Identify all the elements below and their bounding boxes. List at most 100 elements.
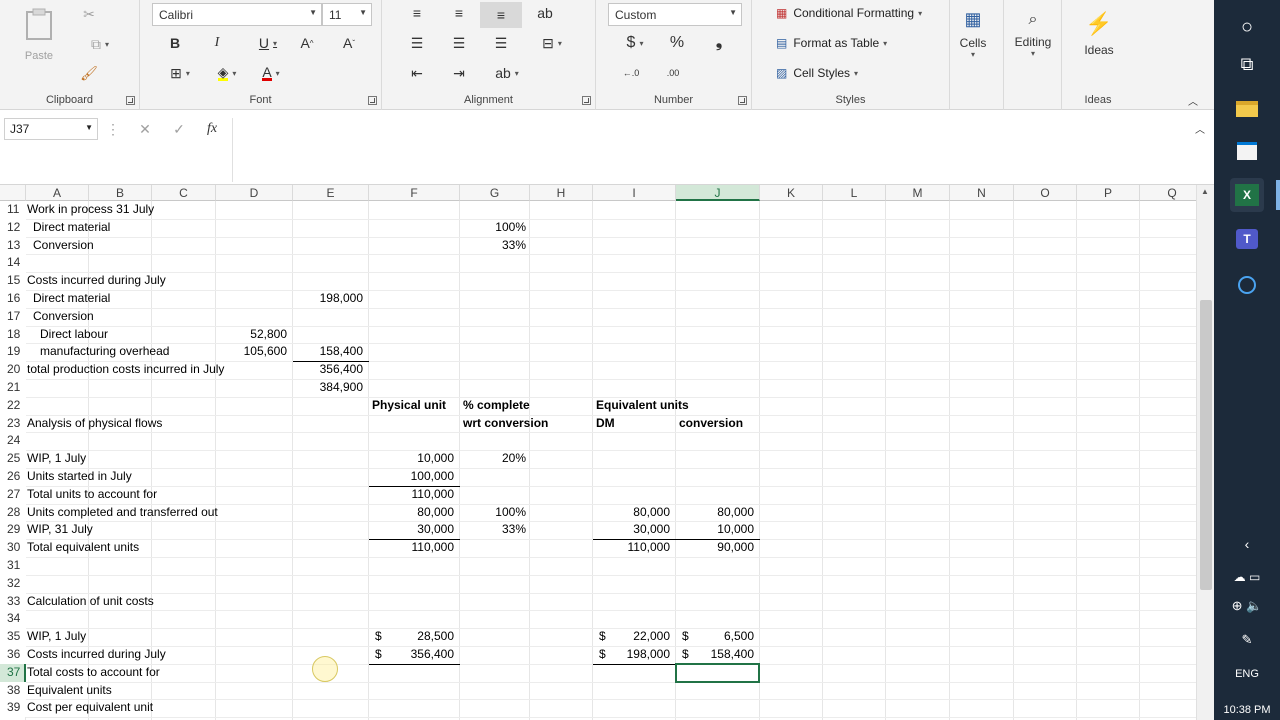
app-icon[interactable]: [1230, 268, 1264, 302]
orientation-icon[interactable]: ab: [534, 4, 556, 22]
decrease-indent-icon[interactable]: ⇤: [406, 64, 428, 82]
align-left-icon[interactable]: ☰: [406, 34, 428, 52]
row-header-27[interactable]: 27: [0, 485, 26, 504]
row-header-34[interactable]: 34: [0, 610, 26, 629]
row-header-11[interactable]: 11: [0, 201, 26, 219]
align-right-icon[interactable]: ☰: [490, 34, 512, 52]
column-header-e[interactable]: E: [293, 185, 369, 201]
column-header-k[interactable]: K: [760, 185, 823, 201]
scrollbar-thumb[interactable]: [1200, 300, 1212, 590]
decrease-decimal-icon[interactable]: .00: [662, 64, 684, 82]
row-header-32[interactable]: 32: [0, 574, 26, 593]
clock[interactable]: 10:38 PM: [1214, 704, 1280, 716]
excel-icon[interactable]: X: [1230, 178, 1264, 212]
row-header-25[interactable]: 25: [0, 450, 26, 468]
column-header-j[interactable]: J: [676, 185, 760, 201]
column-header-q[interactable]: Q: [1140, 185, 1196, 201]
row-header-22[interactable]: 22: [0, 396, 26, 415]
comma-style-icon[interactable]: ❟: [708, 34, 730, 52]
row-header-15[interactable]: 15: [0, 272, 26, 290]
column-header-d[interactable]: D: [216, 185, 293, 201]
increase-indent-icon[interactable]: ⇥: [448, 64, 470, 82]
select-all-corner[interactable]: [0, 185, 26, 201]
number-format-select[interactable]: Custom ▼: [608, 3, 742, 26]
enter-icon[interactable]: ✓: [170, 120, 188, 138]
row-header-23[interactable]: 23: [0, 414, 26, 433]
column-header-p[interactable]: P: [1077, 185, 1140, 201]
editing-button[interactable]: ⌕ Editing ▾: [1006, 4, 1060, 64]
collapse-ribbon-icon[interactable]: ︿: [1184, 92, 1202, 108]
align-center-icon[interactable]: ☰: [448, 34, 470, 52]
row-header-30[interactable]: 30: [0, 539, 26, 557]
expand-formula-bar-icon[interactable]: ︿: [1192, 120, 1208, 136]
font-name-select[interactable]: Calibri ▼: [152, 3, 322, 26]
dialog-launcher-icon[interactable]: [126, 96, 135, 105]
format-painter-icon[interactable]: 🖌: [80, 64, 98, 82]
font-color-button[interactable]: A ▾: [254, 64, 288, 82]
column-header-l[interactable]: L: [823, 185, 886, 201]
row-header-37[interactable]: 37: [0, 663, 26, 682]
column-header-o[interactable]: O: [1014, 185, 1077, 201]
bottom-align-icon[interactable]: ≡: [480, 2, 522, 28]
cells-button[interactable]: ▦ Cells ▾: [948, 4, 998, 64]
row-header-28[interactable]: 28: [0, 503, 26, 522]
text-orientation-button[interactable]: ab ▾: [490, 64, 524, 82]
selected-cell[interactable]: [675, 662, 760, 683]
column-header-a[interactable]: A: [26, 185, 89, 201]
row-header-33[interactable]: 33: [0, 592, 26, 611]
row-header-21[interactable]: 21: [0, 379, 26, 397]
formula-input[interactable]: [232, 118, 1210, 182]
column-header-b[interactable]: B: [89, 185, 152, 201]
column-header-c[interactable]: C: [152, 185, 216, 201]
copy-button[interactable]: ⧉ ▾: [78, 35, 122, 53]
top-align-icon[interactable]: ≡: [406, 4, 428, 22]
currency-button[interactable]: $ ▾: [618, 34, 652, 52]
format-as-table-button[interactable]: ▤ Format as Table ▾: [776, 36, 887, 50]
row-header-35[interactable]: 35: [0, 628, 26, 646]
cell-styles-button[interactable]: ▨ Cell Styles ▾: [776, 66, 858, 80]
teams-icon[interactable]: T: [1230, 222, 1264, 256]
dialog-launcher-icon[interactable]: [582, 96, 591, 105]
underline-button[interactable]: U ▾: [250, 34, 286, 52]
merge-center-button[interactable]: ⊟ ▾: [530, 34, 574, 52]
language-indicator[interactable]: ENG: [1214, 668, 1280, 680]
row-header-24[interactable]: 24: [0, 432, 26, 451]
bold-button[interactable]: B: [166, 34, 184, 52]
cut-icon[interactable]: ✂: [80, 5, 98, 23]
dialog-launcher-icon[interactable]: [368, 96, 377, 105]
middle-align-icon[interactable]: ≡: [448, 4, 470, 22]
cloud-icon[interactable]: ☁ ▭: [1214, 570, 1280, 584]
row-header-13[interactable]: 13: [0, 236, 26, 255]
column-header-h[interactable]: H: [530, 185, 593, 201]
column-header-i[interactable]: I: [593, 185, 676, 201]
percent-icon[interactable]: %: [666, 34, 688, 52]
row-header-19[interactable]: 19: [0, 343, 26, 362]
row-header-18[interactable]: 18: [0, 325, 26, 344]
row-header-14[interactable]: 14: [0, 254, 26, 273]
paste-button[interactable]: Paste: [18, 6, 60, 64]
row-header-20[interactable]: 20: [0, 361, 26, 379]
column-header-g[interactable]: G: [460, 185, 530, 201]
row-header-16[interactable]: 16: [0, 290, 26, 308]
cortana-icon[interactable]: ○: [1214, 16, 1280, 39]
row-header-26[interactable]: 26: [0, 468, 26, 486]
italic-button[interactable]: I: [208, 34, 226, 52]
column-header-m[interactable]: M: [886, 185, 950, 201]
increase-font-icon[interactable]: A ^: [296, 34, 318, 52]
row-header-12[interactable]: 12: [0, 218, 26, 237]
decrease-font-icon[interactable]: Aˇ: [338, 34, 360, 52]
scroll-up-icon[interactable]: ▲: [1201, 187, 1209, 196]
store-icon[interactable]: [1230, 134, 1264, 168]
increase-decimal-icon[interactable]: ←.0: [620, 64, 642, 82]
dialog-launcher-icon[interactable]: [738, 96, 747, 105]
worksheet-grid[interactable]: ABCDEFGHIJKLMNOPQ 11 Work in process 31 J…: [0, 185, 1196, 720]
pen-icon[interactable]: ✎: [1214, 632, 1280, 648]
row-header-36[interactable]: 36: [0, 646, 26, 664]
cancel-icon[interactable]: ✕: [136, 120, 154, 138]
borders-button[interactable]: ⊞ ▾: [162, 64, 198, 82]
row-header-38[interactable]: 38: [0, 681, 26, 700]
row-header-29[interactable]: 29: [0, 521, 26, 540]
ideas-button[interactable]: ⚡ Ideas: [1074, 4, 1124, 64]
row-header-31[interactable]: 31: [0, 557, 26, 575]
row-header-39[interactable]: 39: [0, 699, 26, 718]
